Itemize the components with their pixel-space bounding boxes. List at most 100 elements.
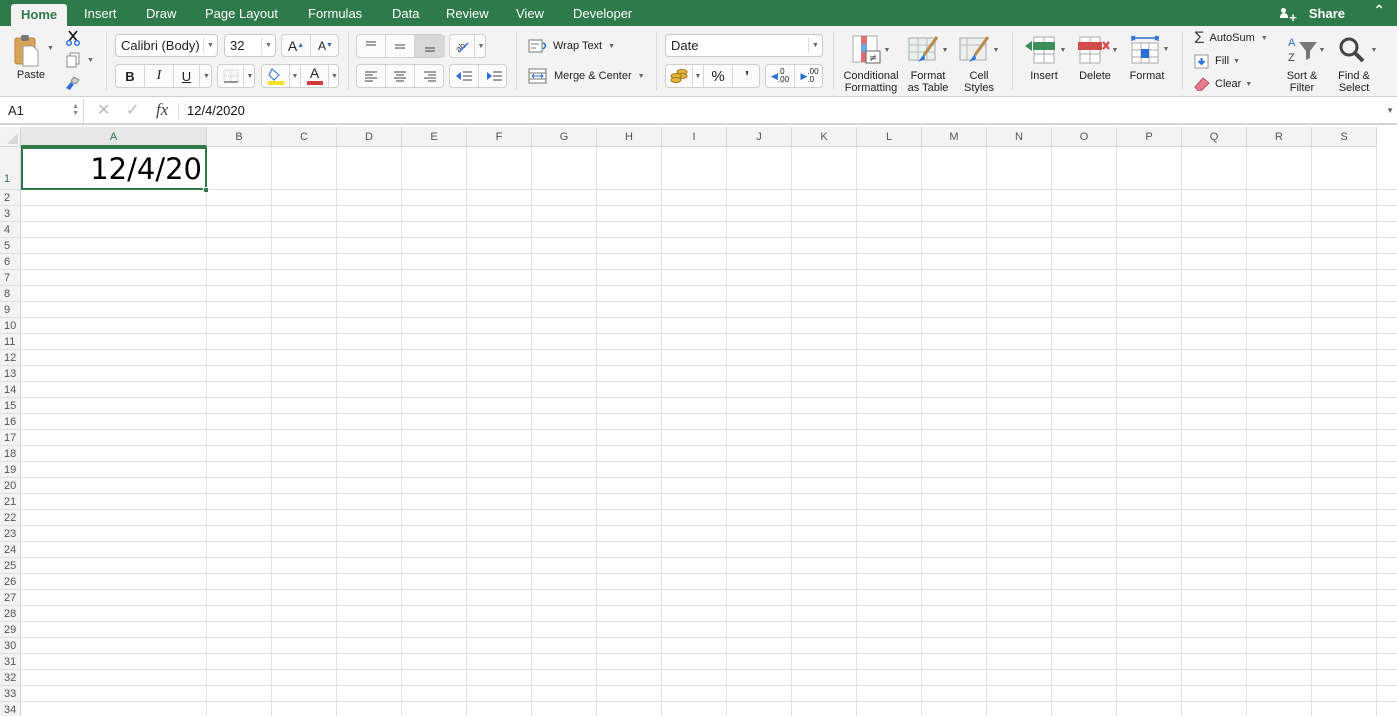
tab-review[interactable]: Review bbox=[446, 0, 489, 26]
align-top-button[interactable] bbox=[357, 35, 386, 57]
row-header-7[interactable]: 7 bbox=[0, 270, 21, 286]
tab-page-layout[interactable]: Page Layout bbox=[205, 0, 278, 26]
increase-indent-button[interactable] bbox=[479, 65, 508, 87]
merge-center-button[interactable]: Merge & Center ▼ bbox=[528, 66, 645, 86]
clear-button[interactable]: Clear ▼ bbox=[1194, 75, 1252, 93]
column-header-o[interactable]: O bbox=[1052, 127, 1117, 147]
cut-button[interactable] bbox=[64, 29, 82, 47]
cell-a1[interactable]: 12/4/20 bbox=[21, 147, 207, 190]
row-header-9[interactable]: 9 bbox=[0, 302, 21, 318]
decrease-font-size-button[interactable]: A ▼ bbox=[311, 35, 340, 56]
paste-button[interactable] bbox=[10, 32, 44, 70]
row-header-33[interactable]: 33 bbox=[0, 686, 21, 702]
conditional-formatting-button[interactable]: ≠ ▼ bbox=[849, 34, 893, 66]
tab-developer[interactable]: Developer bbox=[573, 0, 632, 26]
row-header-27[interactable]: 27 bbox=[0, 590, 21, 606]
row-header-26[interactable]: 26 bbox=[0, 574, 21, 590]
find-select-button[interactable]: ▼ bbox=[1334, 34, 1380, 66]
row-header-13[interactable]: 13 bbox=[0, 366, 21, 382]
row-header-17[interactable]: 17 bbox=[0, 430, 21, 446]
column-header-n[interactable]: N bbox=[987, 127, 1052, 147]
row-header-2[interactable]: 2 bbox=[0, 190, 21, 206]
orientation-caret[interactable]: ▼ bbox=[475, 35, 487, 57]
column-header-i[interactable]: I bbox=[662, 127, 727, 147]
row-header-28[interactable]: 28 bbox=[0, 606, 21, 622]
accounting-format-button[interactable] bbox=[666, 65, 693, 87]
column-header-m[interactable]: M bbox=[922, 127, 987, 147]
column-header-k[interactable]: K bbox=[792, 127, 857, 147]
cell-styles-button[interactable]: ▼ bbox=[957, 34, 1001, 66]
copy-options-caret[interactable]: ▼ bbox=[87, 57, 94, 64]
orientation-button[interactable]: ab ▼ bbox=[449, 34, 486, 58]
row-header-11[interactable]: 11 bbox=[0, 334, 21, 350]
row-header-6[interactable]: 6 bbox=[0, 254, 21, 270]
row-header-18[interactable]: 18 bbox=[0, 446, 21, 462]
column-header-g[interactable]: G bbox=[532, 127, 597, 147]
column-header-e[interactable]: E bbox=[402, 127, 467, 147]
tab-formulas[interactable]: Formulas bbox=[308, 0, 362, 26]
column-header-j[interactable]: J bbox=[727, 127, 792, 147]
row-header-3[interactable]: 3 bbox=[0, 206, 21, 222]
percent-style-button[interactable]: % bbox=[704, 65, 733, 87]
insert-function-button[interactable]: fx bbox=[156, 98, 168, 122]
format-cells-button[interactable]: ▼ bbox=[1126, 32, 1172, 66]
fill-button[interactable]: Fill ▼ bbox=[1194, 52, 1240, 70]
row-header-8[interactable]: 8 bbox=[0, 286, 21, 302]
borders-button[interactable]: ▼ bbox=[217, 64, 255, 88]
delete-cells-button[interactable]: ▼ bbox=[1074, 34, 1120, 66]
row-header-24[interactable]: 24 bbox=[0, 542, 21, 558]
tab-home[interactable]: Home bbox=[11, 4, 68, 26]
increase-decimal-button[interactable]: ◀ .0 .00 bbox=[766, 65, 795, 87]
font-name-dropdown[interactable]: Calibri (Body) ▼ bbox=[115, 34, 218, 57]
row-header-29[interactable]: 29 bbox=[0, 622, 21, 638]
decrease-decimal-button[interactable]: ▶ .00 .0 bbox=[795, 65, 824, 87]
row-header-12[interactable]: 12 bbox=[0, 350, 21, 366]
column-header-d[interactable]: D bbox=[337, 127, 402, 147]
fill-color-caret[interactable]: ▼ bbox=[290, 65, 301, 87]
share-button[interactable]: + Share bbox=[1280, 0, 1345, 26]
row-header-4[interactable]: 4 bbox=[0, 222, 21, 238]
column-header-h[interactable]: H bbox=[597, 127, 662, 147]
row-header-10[interactable]: 10 bbox=[0, 318, 21, 334]
row-header-21[interactable]: 21 bbox=[0, 494, 21, 510]
row-header-34[interactable]: 34 bbox=[0, 702, 21, 716]
sort-filter-button[interactable]: A Z ▼ bbox=[1284, 34, 1328, 66]
align-center-button[interactable] bbox=[386, 65, 415, 87]
bold-button[interactable]: B bbox=[116, 65, 145, 87]
worksheet-grid[interactable]: ABCDEFGHIJKLMNOPQRS 1 2 3 4 5 6 7 8 9 10 11 12 13 14 1… bbox=[0, 127, 1397, 716]
row-header-5[interactable]: 5 bbox=[0, 238, 21, 254]
row-header-22[interactable]: 22 bbox=[0, 510, 21, 526]
expand-formula-bar-icon[interactable]: ▼ bbox=[1386, 106, 1394, 115]
font-size-dropdown[interactable]: 32 ▼ bbox=[224, 34, 276, 57]
format-painter-button[interactable] bbox=[64, 74, 82, 92]
paste-options-caret[interactable]: ▼ bbox=[47, 45, 54, 52]
row-header-1[interactable]: 1 bbox=[0, 147, 21, 190]
row-header-15[interactable]: 15 bbox=[0, 398, 21, 414]
collapse-ribbon-icon[interactable]: ⌃ bbox=[1373, 2, 1385, 19]
autosum-button[interactable]: Σ AutoSum ▼ bbox=[1194, 28, 1268, 47]
column-header-f[interactable]: F bbox=[467, 127, 532, 147]
column-header-r[interactable]: R bbox=[1247, 127, 1312, 147]
fill-color-button[interactable] bbox=[262, 65, 290, 87]
row-header-14[interactable]: 14 bbox=[0, 382, 21, 398]
row-header-32[interactable]: 32 bbox=[0, 670, 21, 686]
enter-check-icon[interactable]: ✓ bbox=[126, 99, 139, 123]
tab-data[interactable]: Data bbox=[392, 0, 419, 26]
column-header-l[interactable]: L bbox=[857, 127, 922, 147]
column-header-c[interactable]: C bbox=[272, 127, 337, 147]
decrease-indent-button[interactable] bbox=[450, 65, 479, 87]
row-header-31[interactable]: 31 bbox=[0, 654, 21, 670]
row-header-23[interactable]: 23 bbox=[0, 526, 21, 542]
underline-options-caret[interactable]: ▼ bbox=[200, 65, 213, 87]
select-all-button[interactable] bbox=[0, 127, 21, 147]
fill-handle[interactable] bbox=[203, 187, 209, 193]
column-header-q[interactable]: Q bbox=[1182, 127, 1247, 147]
column-header-s[interactable]: S bbox=[1312, 127, 1377, 147]
formula-input[interactable]: 12/4/2020 bbox=[187, 99, 1377, 123]
copy-button[interactable] bbox=[64, 51, 82, 69]
align-bottom-button[interactable] bbox=[415, 35, 445, 57]
row-header-25[interactable]: 25 bbox=[0, 558, 21, 574]
borders-options-caret[interactable]: ▼ bbox=[244, 65, 256, 87]
number-format-dropdown[interactable]: Date ▼ bbox=[665, 34, 823, 57]
name-box[interactable]: A1 ▲ ▼ bbox=[0, 99, 84, 123]
